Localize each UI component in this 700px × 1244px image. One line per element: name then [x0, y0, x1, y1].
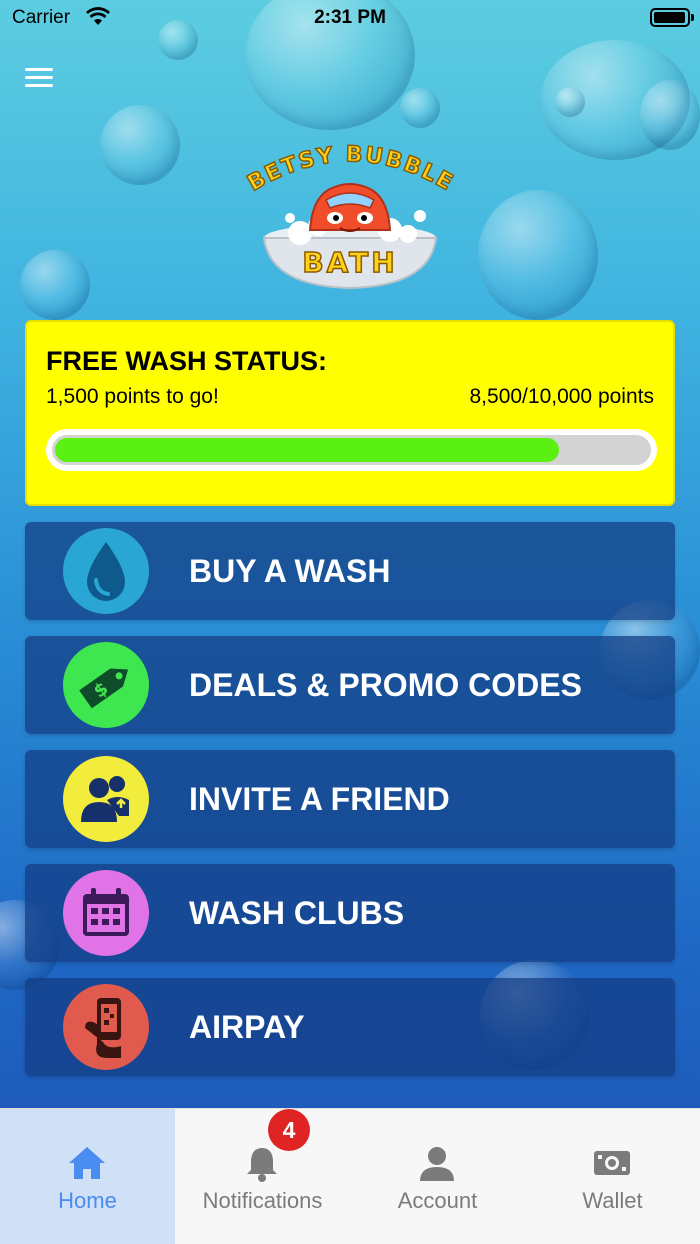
- buy-a-wash-label: BUY A WASH: [189, 553, 391, 589]
- tab-account[interactable]: Account: [350, 1109, 525, 1244]
- tab-wallet[interactable]: Wallet: [525, 1109, 700, 1244]
- phone-pay-icon: [63, 984, 149, 1070]
- home-icon: [67, 1143, 107, 1183]
- wash-clubs-label: WASH CLUBS: [189, 895, 405, 931]
- battery-icon: [650, 8, 694, 27]
- tab-notifications-label: Notifications: [202, 1188, 323, 1213]
- water-drop-icon: [63, 528, 149, 614]
- invite-friend-icon: [63, 756, 149, 842]
- airpay-label: AIRPAY: [189, 1009, 305, 1045]
- tab-home[interactable]: Home: [0, 1109, 175, 1244]
- bell-icon: [242, 1143, 282, 1183]
- points-progress-fill: [55, 438, 559, 462]
- free-wash-status-card: FREE WASH STATUS: 1,500 points to go! 8,…: [25, 320, 675, 506]
- wash-clubs-button[interactable]: WASH CLUBS: [25, 864, 675, 962]
- clock: 2:31 PM: [314, 7, 386, 28]
- points-remaining: 1,500 points to go!: [46, 385, 219, 408]
- app-logo: BETSY BUBBLE BATH: [230, 138, 470, 298]
- points-progress-text: 8,500/10,000 points: [469, 385, 655, 408]
- deals-promo-codes-button[interactable]: $ DEALS & PROMO CODES: [25, 636, 675, 734]
- calendar-icon: [63, 870, 149, 956]
- status-title: FREE WASH STATUS:: [46, 346, 327, 376]
- price-tag-icon: $: [63, 642, 149, 728]
- notification-badge: 4: [268, 1109, 310, 1151]
- person-icon: [417, 1143, 457, 1183]
- logo-title-bottom: BATH: [302, 246, 397, 279]
- tab-home-label: Home: [58, 1188, 117, 1213]
- points-progress-bar: [46, 429, 657, 471]
- tab-notifications[interactable]: 4 Notifications: [175, 1109, 350, 1244]
- tab-wallet-label: Wallet: [582, 1188, 643, 1213]
- hamburger-menu-icon[interactable]: [25, 68, 53, 92]
- buy-a-wash-button[interactable]: BUY A WASH: [25, 522, 675, 620]
- tab-account-label: Account: [397, 1188, 478, 1213]
- airpay-button[interactable]: AIRPAY: [25, 978, 675, 1076]
- tab-bar: Home 4 Notifications Account Wallet: [0, 1108, 700, 1244]
- invite-a-friend-label: INVITE A FRIEND: [189, 781, 450, 817]
- invite-a-friend-button[interactable]: INVITE A FRIEND: [25, 750, 675, 848]
- wallet-icon: [592, 1143, 632, 1183]
- deals-promo-codes-label: DEALS & PROMO CODES: [189, 667, 582, 703]
- status-bar: Carrier 2:31 PM: [0, 0, 700, 36]
